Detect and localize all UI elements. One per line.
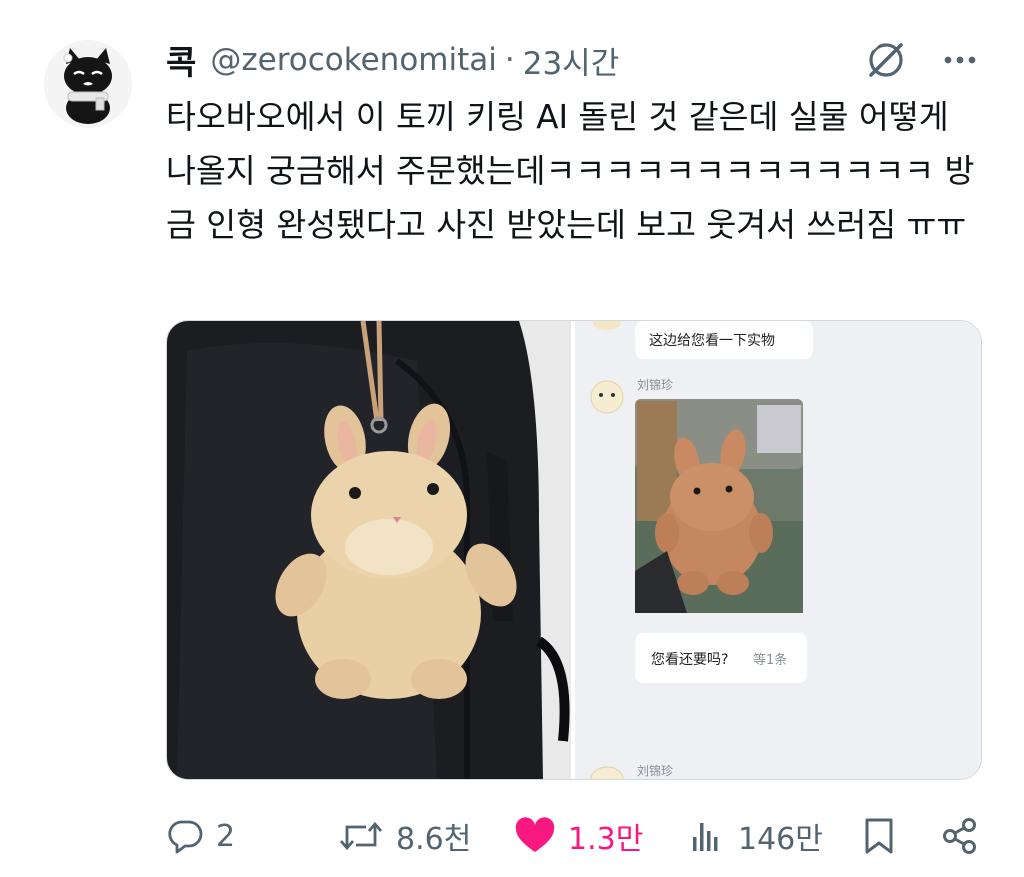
sender-name-2: 刘锦珍 bbox=[637, 764, 673, 778]
view-count: 146만 bbox=[738, 822, 823, 857]
reply-button[interactable]: 2 bbox=[166, 808, 235, 864]
bookmark-button[interactable] bbox=[860, 808, 898, 864]
chat-message-2: 您看还要吗? bbox=[651, 651, 728, 668]
bookmark-icon bbox=[865, 818, 893, 854]
avatar[interactable] bbox=[44, 40, 132, 128]
retweet-button[interactable]: 8.6천 bbox=[338, 808, 471, 864]
chat-screenshot[interactable]: 这边给您看一下实物 刘锦珍 您看还要吗? 等1条 刘锦珍 bbox=[575, 321, 982, 780]
tweet-text: 타오바오에서 이 토끼 키링 AI 돌린 것 같은데 실물 어떻게 나올지 궁금… bbox=[166, 98, 975, 244]
tweet-media[interactable]: 这边给您看一下实物 刘锦珍 您看还要吗? 等1条 刘锦珍 bbox=[166, 320, 982, 780]
reply-icon bbox=[168, 820, 203, 854]
chat-message-2-suffix: 等1条 bbox=[753, 652, 787, 668]
retweet-count: 8.6천 bbox=[396, 822, 472, 857]
bunny-keyring-photo[interactable] bbox=[167, 321, 571, 780]
tweet-header: 콕 @zerocokenomitai · 23시간 bbox=[166, 36, 986, 84]
grok-icon[interactable] bbox=[864, 38, 908, 82]
share-icon bbox=[943, 818, 976, 854]
display-name[interactable]: 콕 bbox=[166, 36, 196, 84]
like-button[interactable]: 1.3만 bbox=[514, 808, 643, 864]
views-button[interactable]: 146만 bbox=[688, 808, 823, 864]
like-count: 1.3만 bbox=[568, 822, 644, 857]
action-bar: 2 8.6천 1.3만 146만 bbox=[166, 808, 986, 864]
timestamp[interactable]: 23시간 bbox=[523, 38, 620, 83]
retweet-icon bbox=[339, 821, 383, 851]
views-icon bbox=[693, 823, 718, 851]
share-button[interactable] bbox=[940, 808, 980, 864]
reply-count: 2 bbox=[216, 818, 236, 854]
user-handle[interactable]: @zerocokenomitai bbox=[210, 42, 497, 78]
sender-name-1: 刘锦珍 bbox=[637, 378, 673, 392]
heart-icon bbox=[515, 817, 555, 852]
separator-dot: · bbox=[504, 42, 515, 78]
chat-message-1: 这边给您看一下实物 bbox=[649, 332, 775, 349]
more-icon[interactable] bbox=[940, 40, 980, 80]
cat-avatar-icon bbox=[44, 40, 132, 128]
